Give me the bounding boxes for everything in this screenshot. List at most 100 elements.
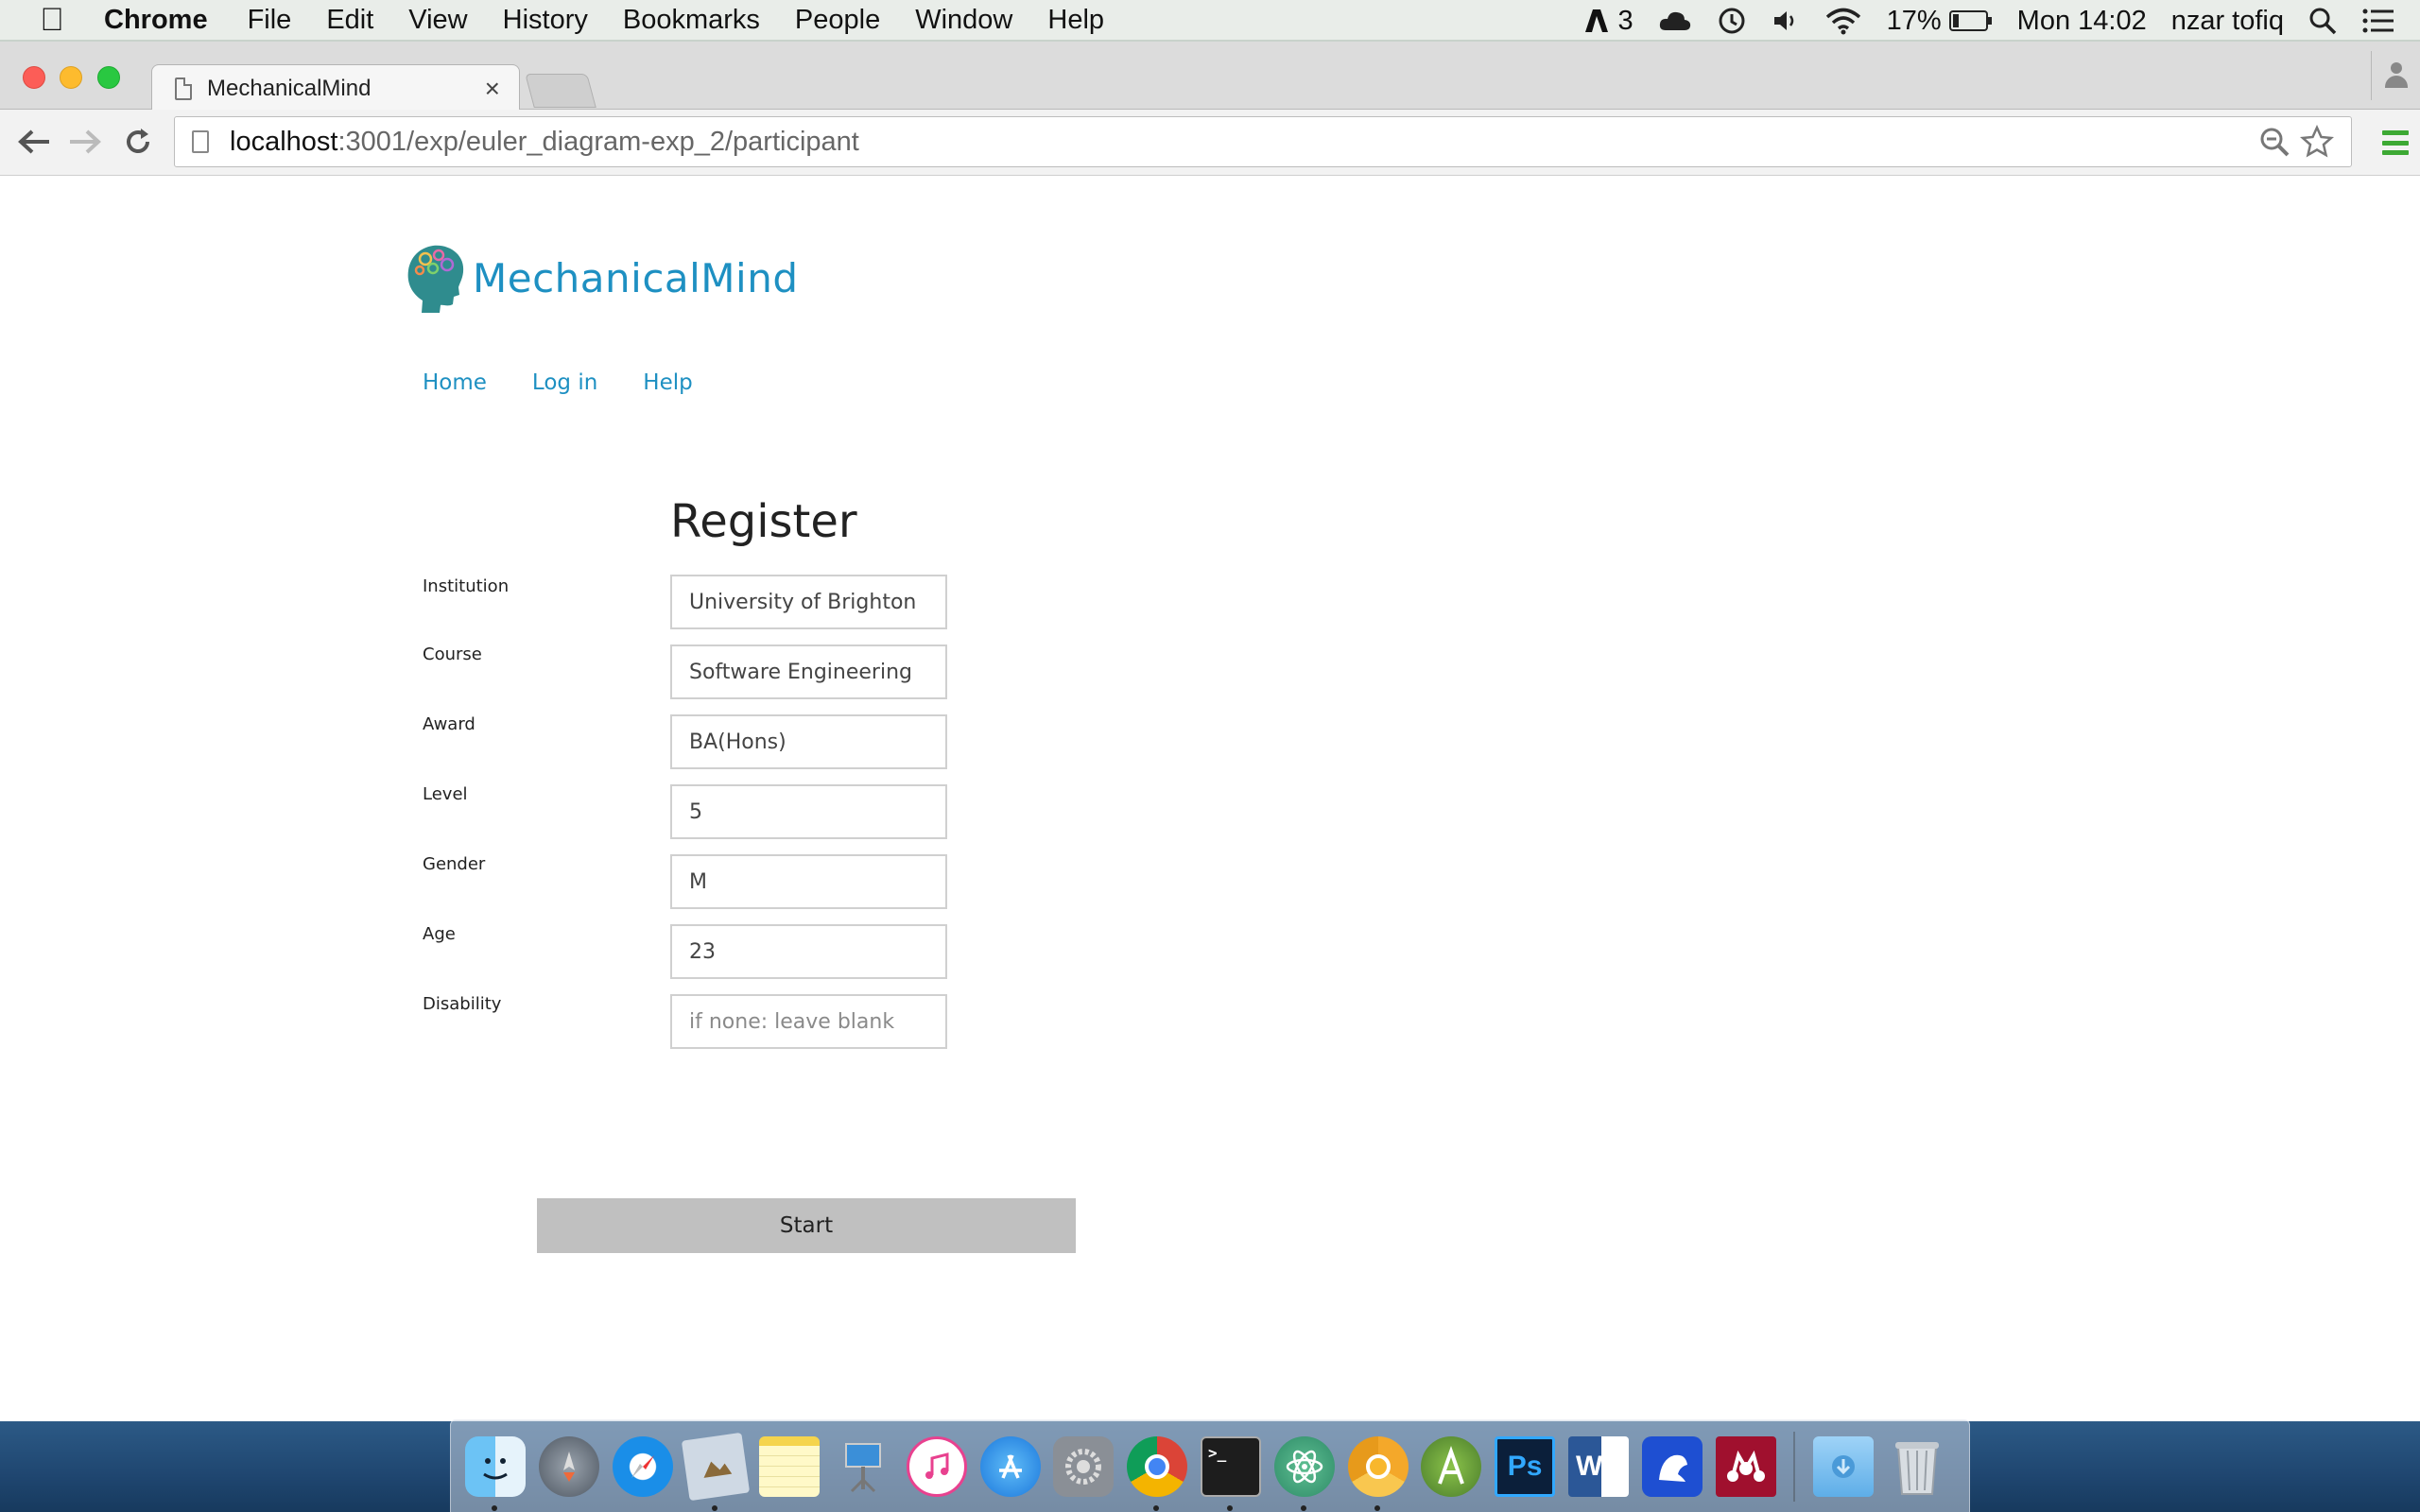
adobe-status-item[interactable]: 3: [1583, 6, 1634, 37]
brain-head-icon: [407, 245, 464, 313]
menu-bookmarks[interactable]: Bookmarks: [623, 5, 760, 36]
chrome-menu-button[interactable]: [2382, 130, 2409, 155]
site-nav: Home Log in Help: [423, 370, 738, 395]
web-page: MechanicalMind Home Log in Help Register…: [0, 176, 2420, 1421]
dock-launchpad[interactable]: [536, 1434, 602, 1500]
wifi-icon[interactable]: [1824, 7, 1862, 35]
profile-button[interactable]: [2371, 51, 2420, 100]
tab-strip: MechanicalMind ×: [0, 42, 2420, 112]
nav-home-link[interactable]: Home: [423, 370, 487, 395]
dock-mendeley[interactable]: [1713, 1434, 1779, 1500]
menu-window[interactable]: Window: [915, 5, 1012, 36]
url-text[interactable]: localhost:3001/exp/euler_diagram-exp_2/p…: [230, 127, 2258, 158]
notification-center-icon[interactable]: [2361, 8, 2395, 34]
disability-input[interactable]: [670, 994, 947, 1049]
battery-icon: [1948, 10, 1992, 31]
url-host: localhost: [230, 126, 338, 157]
menu-edit[interactable]: Edit: [326, 5, 373, 36]
volume-icon[interactable]: [1772, 8, 1800, 34]
nav-login-link[interactable]: Log in: [532, 370, 597, 395]
award-input[interactable]: [670, 714, 947, 769]
age-input[interactable]: [670, 924, 947, 979]
back-button[interactable]: [13, 121, 55, 163]
system-preferences-icon: [1053, 1435, 1115, 1497]
forward-button[interactable]: [64, 121, 106, 163]
page-icon: [192, 130, 209, 153]
zoom-icon[interactable]: [2258, 126, 2290, 158]
time-machine-icon[interactable]: [1717, 6, 1747, 36]
dock-downloads[interactable]: [1810, 1434, 1876, 1500]
dock-android-studio[interactable]: [1418, 1434, 1484, 1500]
register-title: Register: [670, 495, 857, 548]
battery-status[interactable]: 17%: [1887, 6, 1993, 37]
dock-atom[interactable]: [1271, 1434, 1338, 1511]
word-icon: W: [1567, 1435, 1629, 1497]
active-tab[interactable]: MechanicalMind ×: [151, 64, 520, 112]
dock-finder[interactable]: [462, 1434, 528, 1511]
menubar-user[interactable]: nzar tofiq: [2171, 6, 2284, 37]
spotlight-search-icon[interactable]: [2308, 7, 2337, 35]
dock-photoshop[interactable]: Ps: [1492, 1434, 1558, 1500]
start-button[interactable]: Start: [537, 1198, 1076, 1253]
downloads-folder-icon: [1813, 1435, 1875, 1497]
cloud-icon[interactable]: [1658, 9, 1692, 32]
menu-help[interactable]: Help: [1047, 5, 1104, 36]
close-window-button[interactable]: [23, 66, 45, 89]
dock-itunes[interactable]: [904, 1434, 970, 1500]
dock-notes[interactable]: [756, 1434, 822, 1500]
safari-icon: [612, 1435, 673, 1497]
dock-trash[interactable]: [1884, 1434, 1950, 1500]
keynote-icon: [833, 1436, 893, 1497]
dock-separator: [1793, 1431, 1796, 1502]
menu-file[interactable]: File: [248, 5, 292, 36]
award-label: Award: [423, 714, 475, 734]
back-arrow-icon: [18, 129, 49, 154]
menu-people[interactable]: People: [795, 5, 880, 36]
disability-label: Disability: [423, 994, 502, 1014]
chrome-canary-icon: [1347, 1435, 1409, 1497]
course-label: Course: [423, 644, 482, 664]
dock-safari[interactable]: [610, 1434, 676, 1500]
dock-frog-app[interactable]: [1639, 1434, 1705, 1500]
course-input[interactable]: [670, 644, 947, 699]
menu-app-name[interactable]: Chrome: [104, 5, 208, 36]
dock-chrome-canary[interactable]: [1345, 1434, 1411, 1511]
minimize-window-button[interactable]: [60, 66, 82, 89]
dock-keynote[interactable]: [830, 1434, 896, 1500]
terminal-icon: >_: [1200, 1435, 1261, 1497]
dock-app-store[interactable]: [977, 1434, 1044, 1500]
close-tab-icon[interactable]: ×: [485, 74, 500, 104]
dock-system-preferences[interactable]: [1050, 1434, 1116, 1500]
age-label: Age: [423, 924, 456, 944]
address-bar[interactable]: localhost:3001/exp/euler_diagram-exp_2/p…: [174, 116, 2352, 167]
dock-word[interactable]: W: [1565, 1434, 1632, 1500]
site-logo[interactable]: MechanicalMind: [405, 242, 799, 314]
menubar-clock[interactable]: Mon 14:02: [2017, 6, 2147, 37]
gender-label: Gender: [423, 854, 486, 874]
dock-terminal[interactable]: >_: [1198, 1434, 1264, 1511]
bookmark-star-icon[interactable]: [2300, 125, 2334, 159]
institution-input[interactable]: [670, 575, 947, 629]
menu-history[interactable]: History: [503, 5, 588, 36]
gender-input[interactable]: [670, 854, 947, 909]
dock-preview[interactable]: [682, 1432, 751, 1511]
android-studio-icon: [1421, 1435, 1482, 1497]
dock-chrome[interactable]: [1124, 1434, 1190, 1511]
level-input[interactable]: [670, 784, 947, 839]
browser-window: MechanicalMind × localhost:3001/exp/eule…: [0, 42, 2420, 1421]
nav-help-link[interactable]: Help: [643, 370, 692, 395]
zoom-window-button[interactable]: [97, 66, 120, 89]
photoshop-icon: Ps: [1495, 1435, 1556, 1497]
preview-icon: [682, 1432, 751, 1501]
menubar-status-area: 3 17% Mon 14:02 nzar tofiq: [1583, 0, 2420, 42]
macos-menu-bar:  Chrome File Edit View History Bookmark…: [0, 0, 2420, 42]
new-tab-button[interactable]: [525, 74, 596, 108]
battery-percent: 17%: [1886, 5, 1942, 36]
app-store-icon: [979, 1435, 1041, 1497]
apple-menu-icon[interactable]: : [0, 2, 104, 39]
notes-icon: [759, 1435, 821, 1497]
adobe-icon: [1585, 9, 1609, 32]
reload-button[interactable]: [117, 121, 159, 163]
menu-view[interactable]: View: [408, 5, 467, 36]
forward-arrow-icon: [70, 129, 101, 154]
